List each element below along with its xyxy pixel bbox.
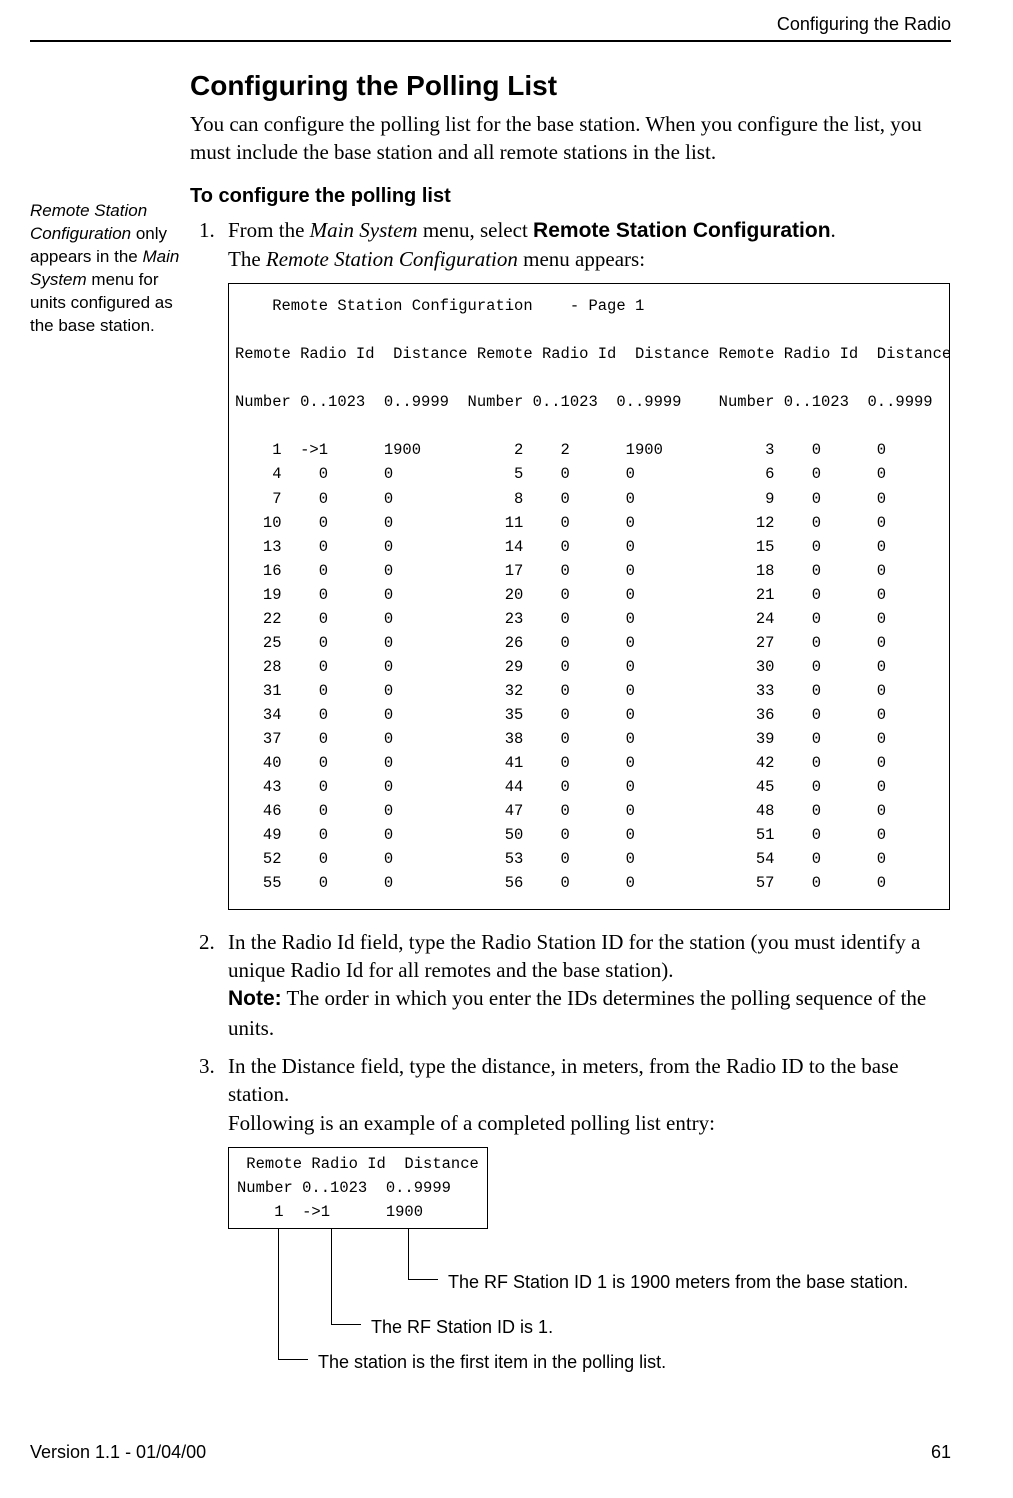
step-2-note-label: Note: [228,987,282,1010]
footer-version: Version 1.1 - 01/04/00 [30,1442,206,1463]
step-1-result-b: menu appears: [518,247,645,271]
margin-note-ital-1: Remote Station Configuration [30,201,147,243]
step-3-text-a: In the Distance field, type the distance… [228,1054,899,1106]
step-3-text-b: Following is an example of a completed p… [228,1111,715,1135]
section-title: Configuring the Polling List [190,70,950,102]
step-1-menu-italic: Main System [310,218,418,242]
margin-note: Remote Station Configuration only appear… [30,200,180,338]
top-rule [30,40,951,42]
example-box: Remote Radio Id Distance Number 0..1023 … [228,1147,488,1229]
step-1-text-a: From the [228,218,310,242]
step-1: From the Main System menu, select Remote… [220,216,950,910]
step-2-text: In the Radio Id field, type the Radio St… [228,930,920,982]
callouts: The RF Station ID 1 is 1900 meters from … [228,1229,950,1419]
footer-page-number: 61 [931,1442,951,1463]
step-3: In the Distance field, type the distance… [220,1052,950,1419]
step-1-text-b: menu, select [418,218,533,242]
running-header: Configuring the Radio [777,14,951,35]
terminal-screen: Remote Station Configuration - Page 1 Re… [228,283,950,909]
step-1-result-ital: Remote Station Configuration [266,247,518,271]
step-1-ui-bold: Remote Station Configuration [533,219,831,242]
step-2: In the Radio Id field, type the Radio St… [220,928,950,1042]
step-1-result-a: The [228,247,266,271]
step-2-note-text: The order in which you enter the IDs det… [228,986,926,1039]
step-1-text-c: . [831,218,836,242]
callout-radio-id: The RF Station ID is 1. [371,1315,553,1339]
section-intro: You can configure the polling list for t… [190,110,950,167]
callout-distance: The RF Station ID 1 is 1900 meters from … [448,1270,908,1294]
procedure-heading: To configure the polling list [190,185,950,208]
steps-list: From the Main System menu, select Remote… [190,216,950,1420]
callout-poll-order: The station is the first item in the pol… [318,1350,666,1374]
